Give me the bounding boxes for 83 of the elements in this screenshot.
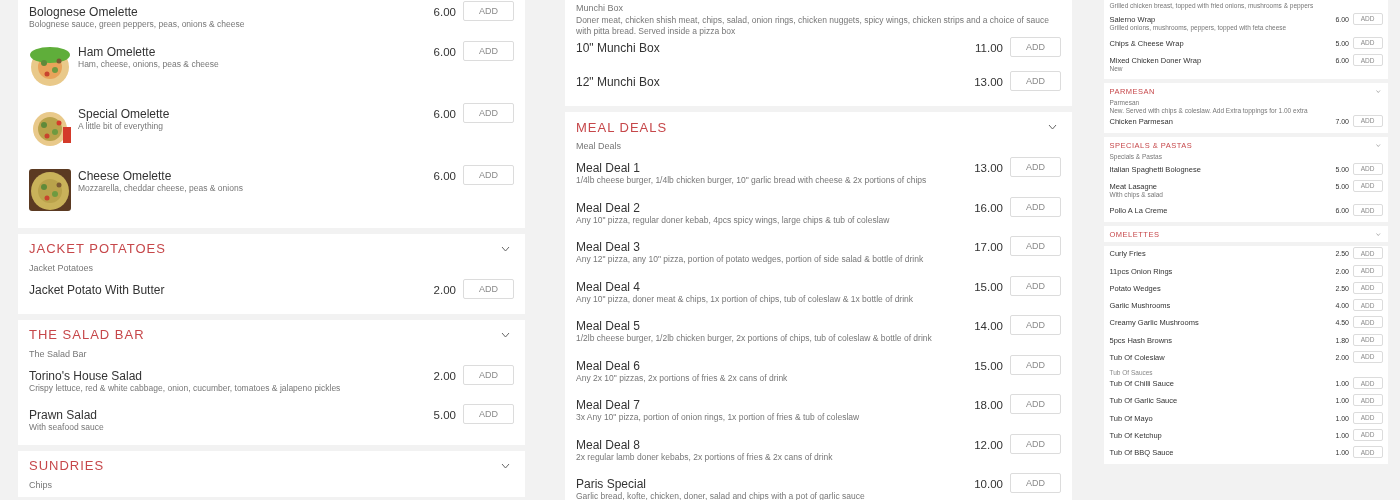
add-button[interactable]: ADD (1010, 196, 1061, 217)
item-description: Bolognese sauce, green peppers, peas, onions & cheese (29, 19, 245, 30)
section-title: SUNDRIES (29, 458, 105, 473)
add-button[interactable]: ADD (1010, 433, 1061, 454)
item-name: Paris Special (576, 477, 647, 491)
item-price: 11.00 (975, 41, 1003, 55)
item-name: Meal Deal 6 (576, 358, 641, 373)
section-title: THE SALAD BAR (29, 327, 145, 342)
item-name: Bolognese Omelette (29, 5, 138, 19)
section-subtitle: Meal Deals (576, 140, 623, 153)
item-name: Meal Deal 1 (576, 161, 641, 175)
item-price: 13.00 (974, 161, 1003, 175)
item-price: 6.00 (433, 168, 456, 183)
item-price: 15.00 (974, 358, 1003, 373)
add-button[interactable]: ADD (1010, 275, 1061, 296)
item-price: 2.00 (433, 368, 456, 383)
item-price: 14.00 (974, 319, 1003, 333)
add-button[interactable]: ADD (1010, 157, 1061, 177)
section-subtitle: The Salad Bar (29, 347, 88, 361)
chevron-down-icon[interactable] (1048, 124, 1057, 130)
item-name: Cheese Omelette (78, 168, 172, 183)
item-price: 6.00 (433, 44, 456, 59)
chevron-down-icon[interactable] (501, 331, 510, 338)
add-button[interactable]: ADD (463, 102, 514, 123)
add-button[interactable]: ADD (1010, 37, 1061, 57)
item-name: Special Omelette (78, 106, 170, 121)
item-name: Meal Deal 7 (576, 398, 641, 412)
chevron-down-icon[interactable] (501, 462, 510, 469)
item-name: 12" Munchi Box (576, 75, 660, 89)
item-name: 10" Munchi Box (576, 41, 660, 55)
item-description: Crispy lettuce, red & white cabbage, onion, cucumber, tomatoes & jalapeno pickles (29, 382, 341, 394)
item-price: 15.00 (974, 279, 1003, 294)
add-button[interactable]: ADD (463, 364, 514, 385)
item-price: 13.00 (974, 75, 1003, 89)
item-description: Mozzarella, cheddar cheese, peas & onions (78, 182, 243, 194)
item-name: Meal Deal 4 (576, 279, 641, 294)
item-price: 18.00 (974, 398, 1003, 412)
item-name: Torino's House Salad (29, 368, 143, 383)
item-name: Ham Omelette (78, 44, 156, 59)
item-price: 6.00 (433, 5, 456, 19)
item-price: 6.00 (433, 106, 456, 121)
section-title: JACKET POTATOES (29, 241, 166, 256)
item-name: Meal Deal 3 (576, 240, 641, 254)
item-price: 12.00 (974, 437, 1003, 452)
item-price: 5.00 (433, 408, 456, 422)
item-description: With seafood sauce (29, 422, 104, 433)
item-price: 16.00 (974, 200, 1003, 215)
add-button[interactable]: ADD (1010, 354, 1061, 375)
item-price: 10.00 (974, 477, 1003, 491)
item-description: Any 12" pizza, any 10" pizza, portion of potato wedges, portion of side salad & bottle of drink (576, 254, 924, 265)
item-description: Ham, cheese, onions, peas & cheese (78, 58, 219, 70)
add-button[interactable]: ADD (1010, 71, 1061, 91)
item-description: 1/2lb cheese burger, 1/2lb chicken burger, 2x portions of chips, tub of coleslaw & bottle of drink (576, 333, 932, 344)
section-subtitle: Chips (29, 478, 53, 492)
item-description: Any 10" pizza, regular doner kebab, 4pcs spicy wings, large chips & tub of coleslaw (576, 214, 890, 226)
add-button[interactable]: ADD (1010, 315, 1061, 335)
section-subtitle: Jacket Potatoes (29, 261, 95, 275)
item-description: Garlic bread, kofte, chicken, doner, salad and chips with a pot of garlic sauce (576, 491, 865, 500)
add-button[interactable]: ADD (463, 278, 514, 299)
add-button[interactable]: ADD (463, 164, 514, 185)
item-description: 3x Any 10" pizza, portion of onion rings, 1x portion of fries & tub of coleslaw (576, 412, 860, 423)
add-button[interactable]: ADD (463, 404, 514, 424)
chevron-down-icon[interactable] (501, 245, 510, 252)
add-button[interactable]: ADD (1010, 236, 1061, 256)
item-name: Jacket Potato With Butter (29, 282, 165, 297)
add-button[interactable]: ADD (463, 40, 514, 61)
add-button[interactable]: ADD (1010, 473, 1061, 493)
item-description: Any 10" pizza, doner meat & chips, 1x portion of chips, tub of coleslaw & 1x bottle of drink (576, 293, 914, 305)
item-description: 1/4lb cheese burger, 1/4lb chicken burger, 10" garlic bread with cheese & 2x portions of chips (576, 175, 927, 186)
section-title: MEAL DEALS (576, 119, 668, 135)
item-name: Prawn Salad (29, 408, 98, 422)
item-price: 2.00 (433, 282, 456, 297)
item-name: Meal Deal 5 (576, 319, 641, 333)
item-name: Meal Deal 2 (576, 200, 641, 215)
add-button[interactable]: ADD (1010, 394, 1061, 414)
item-price: 17.00 (974, 240, 1003, 254)
item-description: Any 2x 10" pizzas, 2x portions of fries & 2x cans of drink (576, 372, 788, 384)
add-button[interactable]: ADD (463, 1, 514, 21)
item-description: A little bit of everything (78, 120, 164, 132)
item-name: Meal Deal 8 (576, 437, 641, 452)
item-description: 2x regular lamb doner kebabs, 2x portions of fries & 2x cans of drink (576, 451, 833, 463)
section-description: Doner meat, chicken shish meat, chips, salad, onion rings, chicken nuggets, spicy wings, chicken strips and a choice of sauce with pitta bread. Served inside a pizza box (576, 15, 1050, 37)
section-subtitle: Munchi Box (576, 2, 625, 15)
